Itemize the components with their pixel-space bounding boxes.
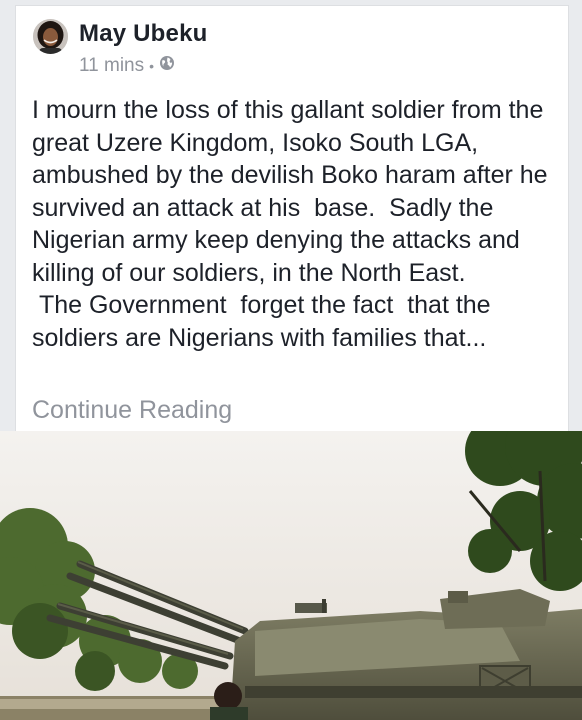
post-text: I mourn the loss of this gallant soldier…: [32, 94, 562, 354]
continue-reading-link[interactable]: Continue Reading: [32, 396, 232, 425]
post-paragraph: The Government forget the fact that the …: [32, 291, 498, 352]
post-photo[interactable]: [0, 431, 582, 720]
author-name[interactable]: May Ubeku: [79, 20, 208, 48]
avatar-image: [33, 19, 68, 54]
author-avatar[interactable]: [33, 19, 68, 54]
meta-separator: •: [149, 58, 155, 74]
post-card: May Ubeku 11 mins • I mourn the loss of …: [15, 5, 569, 432]
globe-icon[interactable]: [159, 55, 175, 77]
post-paragraph: I mourn the loss of this gallant soldier…: [32, 96, 555, 287]
post-meta: 11 mins •: [79, 55, 175, 77]
post-timestamp[interactable]: 11 mins: [79, 55, 144, 77]
military-vehicle-image: [0, 431, 582, 720]
